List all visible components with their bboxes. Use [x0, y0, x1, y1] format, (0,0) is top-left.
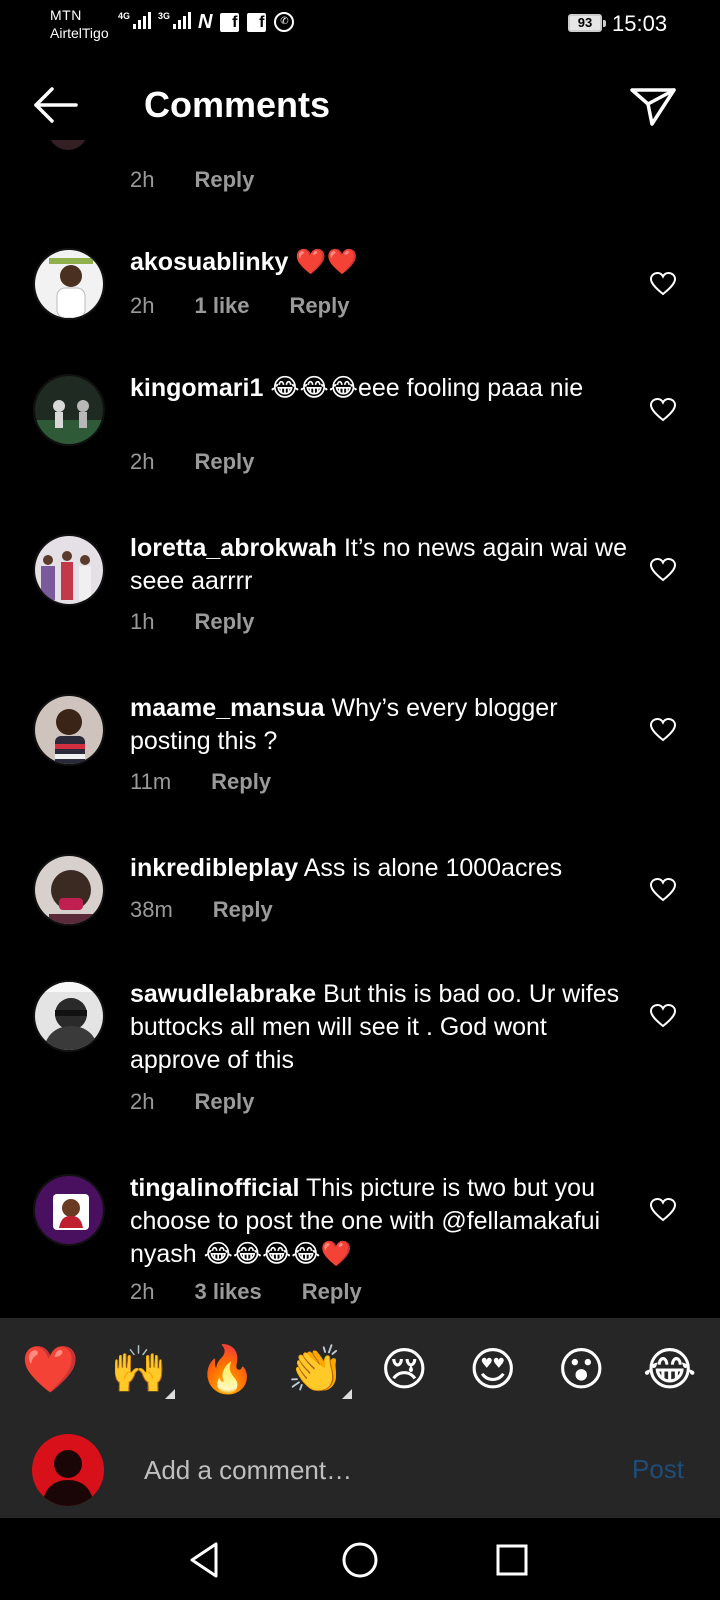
post-button[interactable]: Post [632, 1454, 684, 1485]
signal-1-icon: 4G [118, 12, 152, 29]
comment-username[interactable]: akosuablinky [130, 248, 288, 276]
comment-meta: 11m Reply [130, 768, 272, 796]
like-heart-icon[interactable] [649, 1197, 677, 1222]
like-heart-icon[interactable] [649, 1003, 677, 1028]
avatar[interactable] [33, 1174, 105, 1246]
comment-text: tingalinofficial This picture is two but… [130, 1174, 601, 1268]
reply-button[interactable]: Reply [194, 608, 254, 636]
system-navigation-bar [0, 1518, 720, 1600]
share-button[interactable] [628, 80, 678, 130]
comment-input[interactable] [144, 1450, 584, 1490]
whatsapp-icon: ✆ [274, 12, 295, 32]
comment-username[interactable]: maame_mansua [130, 694, 325, 722]
skin-tone-indicator-icon [164, 1389, 175, 1399]
comment-username[interactable]: sawudlelabrake [130, 980, 316, 1008]
comment-username[interactable]: kingomari1 [130, 374, 263, 402]
avatar[interactable] [33, 534, 105, 606]
reply-button[interactable]: Reply [213, 896, 273, 924]
reaction-raised-hands-button[interactable]: 🙌 [109, 1341, 175, 1399]
nav-home-button[interactable] [338, 1538, 382, 1582]
nav-back-button[interactable] [184, 1538, 228, 1582]
comment-text: kingomari1 😂😂😂eee fooling paaa nie [130, 374, 584, 402]
square-recents-icon [496, 1544, 528, 1576]
comment-meta: 2h Reply [130, 448, 255, 476]
avatar[interactable] [48, 140, 88, 150]
reaction-fire-button[interactable]: 🔥 [197, 1341, 257, 1397]
quick-reactions-bar: ❤️ 🙌 🔥 👏 😢 😍 😮 😂 [0, 1318, 720, 1420]
like-heart-icon[interactable] [649, 271, 677, 296]
like-heart-icon[interactable] [649, 877, 677, 902]
carrier-names: MTN AirtelTigo [50, 6, 109, 42]
comment-text: sawudlelabrake But this is bad oo. Ur wi… [130, 980, 620, 1074]
notification-icons: N f f ✆ [198, 11, 295, 33]
send-icon [630, 88, 676, 126]
comment-text: inkredibleplay Ass is alone 1000acres [130, 854, 563, 882]
nav-recents-button[interactable] [490, 1538, 534, 1582]
avatar[interactable] [33, 694, 105, 766]
comment-meta: 2h Reply [130, 1088, 255, 1116]
avatar[interactable] [33, 980, 105, 1052]
reply-button[interactable]: Reply [290, 292, 350, 320]
back-button[interactable] [30, 80, 80, 130]
signal-2-icon: 3G [158, 12, 192, 29]
comment-text: maame_mansua Why’s every blogger posting… [130, 694, 558, 755]
reply-button[interactable]: Reply [302, 1278, 362, 1306]
status-bar: MTN AirtelTigo 4G 3G N f f ✆ 93 15:03 [0, 0, 720, 56]
reaction-heart-button[interactable]: ❤️ [20, 1341, 80, 1397]
facebook-icon-2: f [247, 12, 267, 32]
battery-icon: 93 [568, 14, 606, 32]
comments-list[interactable]: 2h Reply akosuablinky ❤️❤️ 2h 1 like Rep… [0, 140, 720, 1320]
reply-button[interactable]: Reply [211, 768, 271, 796]
reaction-laughing-button[interactable]: 😂 [640, 1341, 700, 1397]
n-notification-icon: N [198, 11, 213, 33]
comment-meta: 38m Reply [130, 896, 273, 924]
carrier-2: AirtelTigo [50, 25, 109, 41]
reply-button[interactable]: Reply [194, 1088, 254, 1116]
comment-text: akosuablinky ❤️❤️ [130, 248, 358, 276]
page-title: Comments [144, 84, 331, 125]
avatar[interactable] [33, 854, 105, 926]
likes-count[interactable]: 3 likes [194, 1278, 261, 1306]
comment-text: loretta_abrokwah It’s no news again wai … [130, 534, 628, 595]
comment-username[interactable]: tingalinofficial [130, 1174, 299, 1202]
clock: 15:03 [612, 11, 668, 36]
reaction-heart-eyes-button[interactable]: 😍 [463, 1341, 523, 1397]
comment-username[interactable]: inkredibleplay [130, 854, 298, 882]
comment-meta: 2h 1 like Reply [130, 292, 350, 320]
skin-tone-indicator-icon [341, 1389, 352, 1399]
reply-button[interactable]: Reply [194, 166, 254, 194]
like-heart-icon[interactable] [649, 557, 677, 582]
reaction-crying-button[interactable]: 😢 [374, 1341, 434, 1397]
comment-meta: 2h 3 likes Reply [130, 1278, 362, 1306]
carrier-1: MTN [50, 7, 82, 23]
reaction-clap-button[interactable]: 👏 [286, 1341, 352, 1399]
my-avatar [32, 1434, 104, 1506]
likes-count[interactable]: 1 like [194, 292, 249, 320]
back-arrow-icon [34, 87, 78, 123]
like-heart-icon[interactable] [649, 717, 677, 742]
circle-home-icon [342, 1542, 378, 1578]
comment-meta: 2h Reply [130, 166, 255, 194]
comment-meta: 1h Reply [130, 608, 255, 636]
reply-button[interactable]: Reply [194, 448, 254, 476]
facebook-icon: f [220, 12, 240, 32]
like-heart-icon[interactable] [649, 397, 677, 422]
avatar[interactable] [33, 248, 105, 320]
comment-composer: Post [0, 1420, 720, 1518]
comment-username[interactable]: loretta_abrokwah [130, 534, 337, 562]
header: Comments [0, 70, 720, 140]
avatar[interactable] [33, 374, 105, 446]
reaction-surprised-button[interactable]: 😮 [551, 1341, 611, 1397]
triangle-back-icon [190, 1542, 218, 1578]
